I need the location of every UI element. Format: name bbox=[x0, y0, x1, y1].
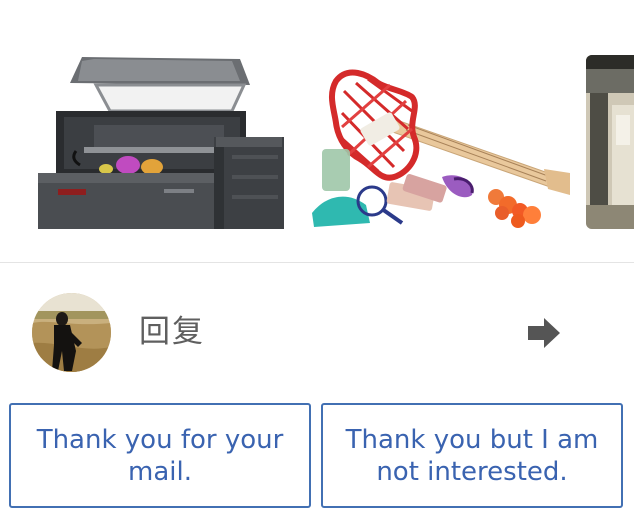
attachment-thumbnail-printer[interactable] bbox=[34, 55, 292, 229]
smart-reply-label: Thank you but I am not interested. bbox=[345, 424, 599, 487]
arrow-right-icon[interactable] bbox=[526, 316, 562, 350]
image bbox=[586, 55, 634, 229]
smart-reply-button[interactable]: Thank you but I am not interested. bbox=[321, 403, 623, 508]
attachment-strip bbox=[0, 0, 634, 262]
user-avatar[interactable] bbox=[32, 293, 111, 372]
smart-reply-button[interactable]: Thank you for your mail. bbox=[9, 403, 311, 508]
section-divider bbox=[0, 262, 634, 263]
attachment-thumbnail-partial[interactable] bbox=[586, 55, 634, 229]
attachment-thumbnail-guitar[interactable] bbox=[308, 55, 570, 229]
guitar-image bbox=[308, 55, 570, 229]
printer-image bbox=[34, 55, 292, 229]
reply-label[interactable]: 回复 bbox=[139, 310, 205, 354]
smart-reply-label: Thank you for your mail. bbox=[36, 424, 284, 487]
